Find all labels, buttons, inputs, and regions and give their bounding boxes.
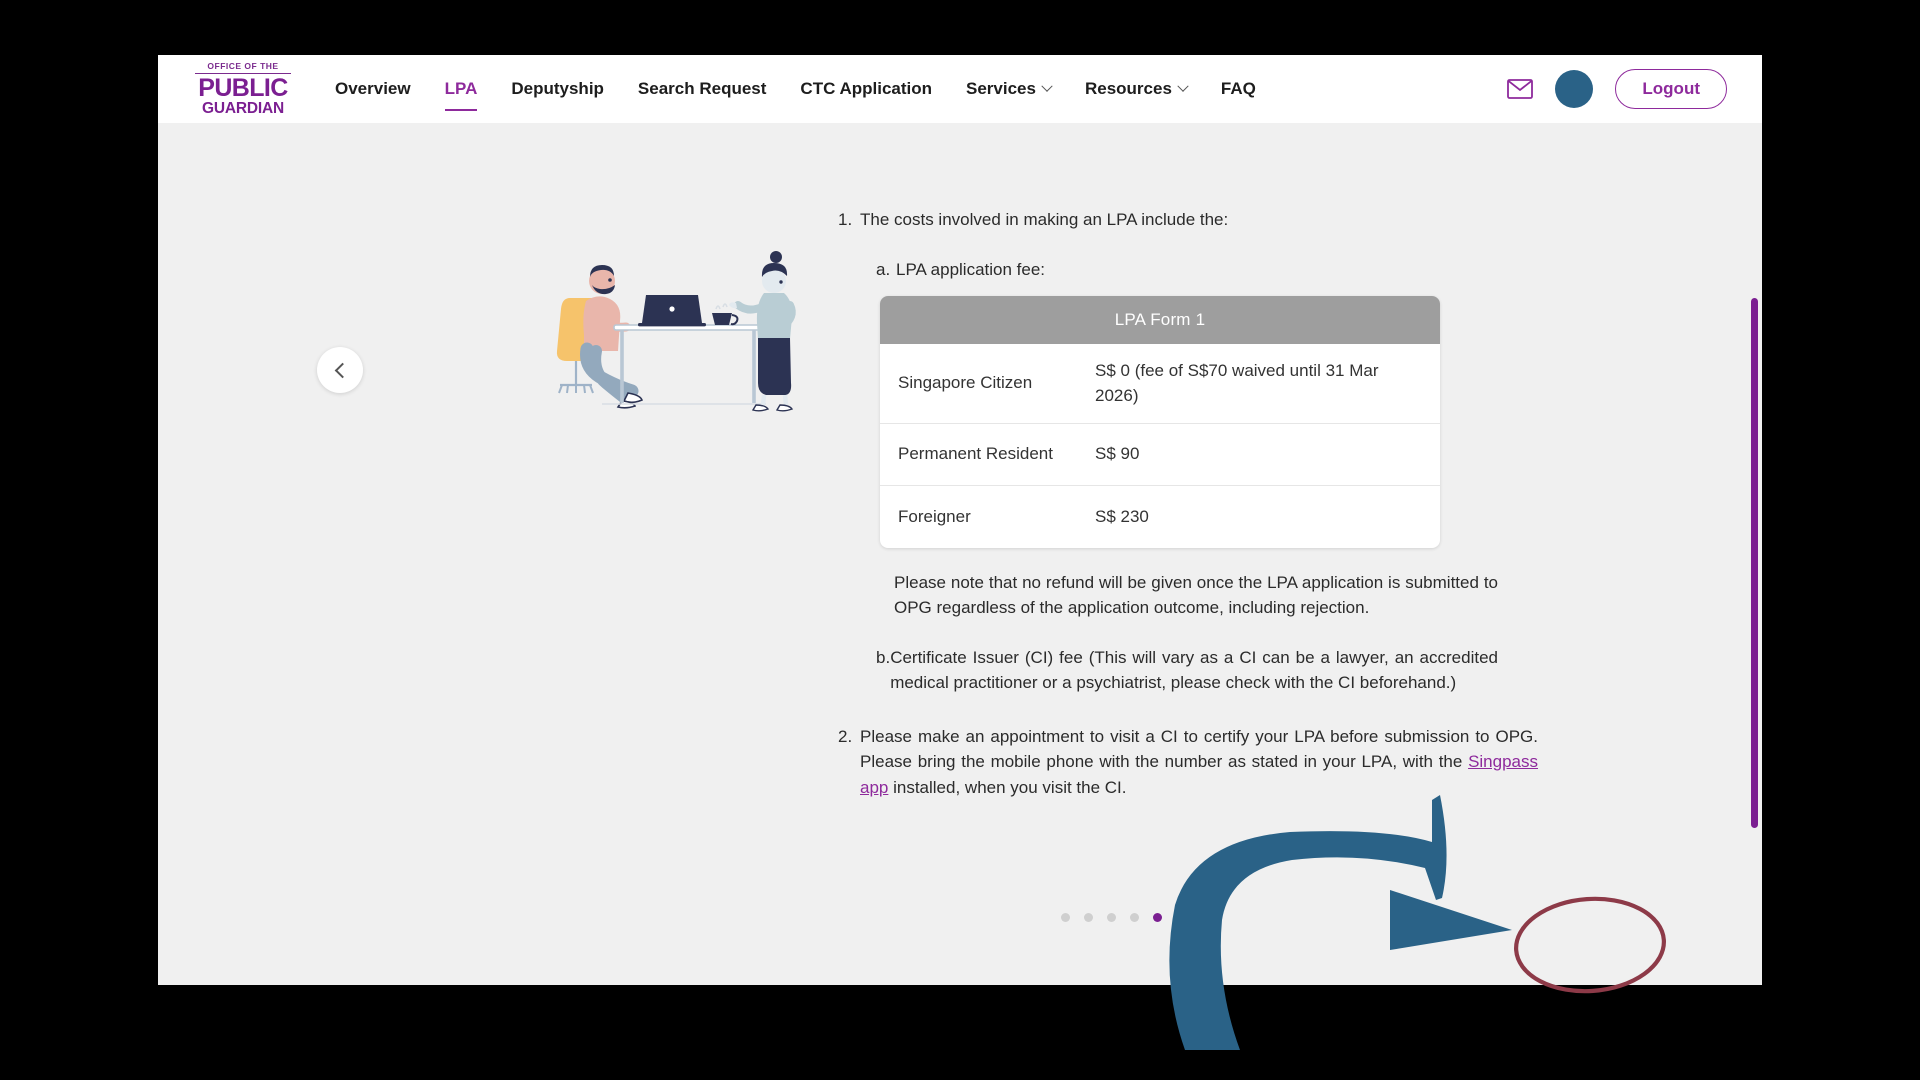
list-item-2: 2. Please make an appointment to visit a… xyxy=(838,724,1538,801)
list-marker: 2. xyxy=(838,726,853,746)
nav-item-search-request[interactable]: Search Request xyxy=(638,55,767,123)
list-item-1a: a. LPA application fee: xyxy=(876,257,1538,283)
nav-label: Services xyxy=(966,79,1036,98)
screen: OFFICE OF THE PUBLIC GUARDIAN Overview L… xyxy=(0,0,1920,1080)
logout-button[interactable]: Logout xyxy=(1615,69,1727,109)
avatar[interactable] xyxy=(1555,70,1594,108)
nav-label: LPA xyxy=(444,79,478,98)
list-item-2-text: Please make an appointment to visit a CI… xyxy=(860,724,1538,801)
opg-logo[interactable]: OFFICE OF THE PUBLIC GUARDIAN xyxy=(195,62,291,116)
list-item-1a-text: LPA application fee: xyxy=(896,259,1046,279)
list-item-2-text-after: installed, when you visit the CI. xyxy=(888,777,1127,797)
lpa-fee-table: LPA Form 1 Singapore Citizen S$ 0 (fee o… xyxy=(880,296,1440,548)
carousel-dot-1[interactable] xyxy=(1061,913,1070,922)
table-cell-label: Foreigner xyxy=(898,506,971,526)
nav-label: Overview xyxy=(335,79,411,98)
nav-item-overview[interactable]: Overview xyxy=(335,55,411,123)
nav-label: Search Request xyxy=(637,79,767,98)
nav-label: FAQ xyxy=(1220,79,1256,98)
nav-item-ctc-application[interactable]: CTC Application xyxy=(800,55,932,123)
list-item-1b: b. Certificate Issuer (CI) fee (This wil… xyxy=(876,645,1498,696)
nav-item-lpa[interactable]: LPA xyxy=(444,55,478,123)
logo-line-office-of-the: OFFICE OF THE xyxy=(195,62,291,74)
table-cell-value: S$ 90 xyxy=(1095,444,1140,464)
table-row: Permanent Resident S$ 90 xyxy=(880,424,1440,486)
nav-item-deputyship[interactable]: Deputyship xyxy=(511,55,604,123)
carousel-prev-button[interactable] xyxy=(317,347,363,393)
list-item-2-text-before: Please make an appointment to visit a CI… xyxy=(860,726,1538,772)
list-marker: b. xyxy=(876,647,891,667)
list-item-1-text: The costs involved in making an LPA incl… xyxy=(860,210,1229,229)
carousel-pagination xyxy=(1061,913,1162,922)
list-item-1b-text: Certificate Issuer (CI) fee (This will v… xyxy=(890,647,1498,693)
carousel-dot-5[interactable] xyxy=(1153,913,1162,922)
nav-item-services[interactable]: Services xyxy=(966,55,1053,123)
nav-label: CTC Application xyxy=(800,79,933,98)
logo-line-guardian: GUARDIAN xyxy=(202,99,284,117)
carousel-slide-content: 1. The costs involved in making an LPA i… xyxy=(838,207,1538,824)
chevron-left-icon xyxy=(334,362,350,378)
nav-label: Resources xyxy=(1084,79,1172,98)
table-cell-value: S$ 230 xyxy=(1095,506,1149,526)
main-navigation: Overview LPA Deputyship Search Request C… xyxy=(335,55,1290,123)
chevron-down-icon xyxy=(1041,80,1053,92)
table-row: Foreigner S$ 230 xyxy=(880,486,1440,548)
vertical-scrollbar[interactable] xyxy=(1751,298,1758,828)
page-body: 1. The costs involved in making an LPA i… xyxy=(158,123,1762,985)
carousel-dot-4[interactable] xyxy=(1130,913,1139,922)
header-actions: Logout xyxy=(1507,69,1727,109)
table-header: LPA Form 1 xyxy=(880,296,1440,344)
nav-item-faq[interactable]: FAQ xyxy=(1221,55,1256,123)
carousel-dot-3[interactable] xyxy=(1107,913,1116,922)
table-cell-value: S$ 0 (fee of S$70 waived until 31 Mar 20… xyxy=(1095,360,1379,406)
table-row: Singapore Citizen S$ 0 (fee of S$70 waiv… xyxy=(880,344,1440,424)
nav-label: Deputyship xyxy=(511,79,604,98)
nav-item-resources[interactable]: Resources xyxy=(1084,55,1189,123)
list-marker: a. xyxy=(876,259,891,279)
logo-line-public: PUBLIC xyxy=(198,73,288,102)
table-cell-label: Permanent Resident xyxy=(898,444,1053,464)
browser-page: OFFICE OF THE PUBLIC GUARDIAN Overview L… xyxy=(158,55,1762,985)
chevron-down-icon xyxy=(1177,80,1189,92)
refund-note: Please note that no refund will be given… xyxy=(894,572,1498,618)
list-item-1: 1. The costs involved in making an LPA i… xyxy=(838,207,1538,233)
two-people-at-desk-illustration xyxy=(556,251,796,412)
site-header: OFFICE OF THE PUBLIC GUARDIAN Overview L… xyxy=(158,55,1762,123)
table-cell-label: Singapore Citizen xyxy=(898,373,1033,393)
mail-icon[interactable] xyxy=(1507,79,1534,99)
carousel-dot-2[interactable] xyxy=(1084,913,1093,922)
list-marker: 1. xyxy=(838,210,853,229)
